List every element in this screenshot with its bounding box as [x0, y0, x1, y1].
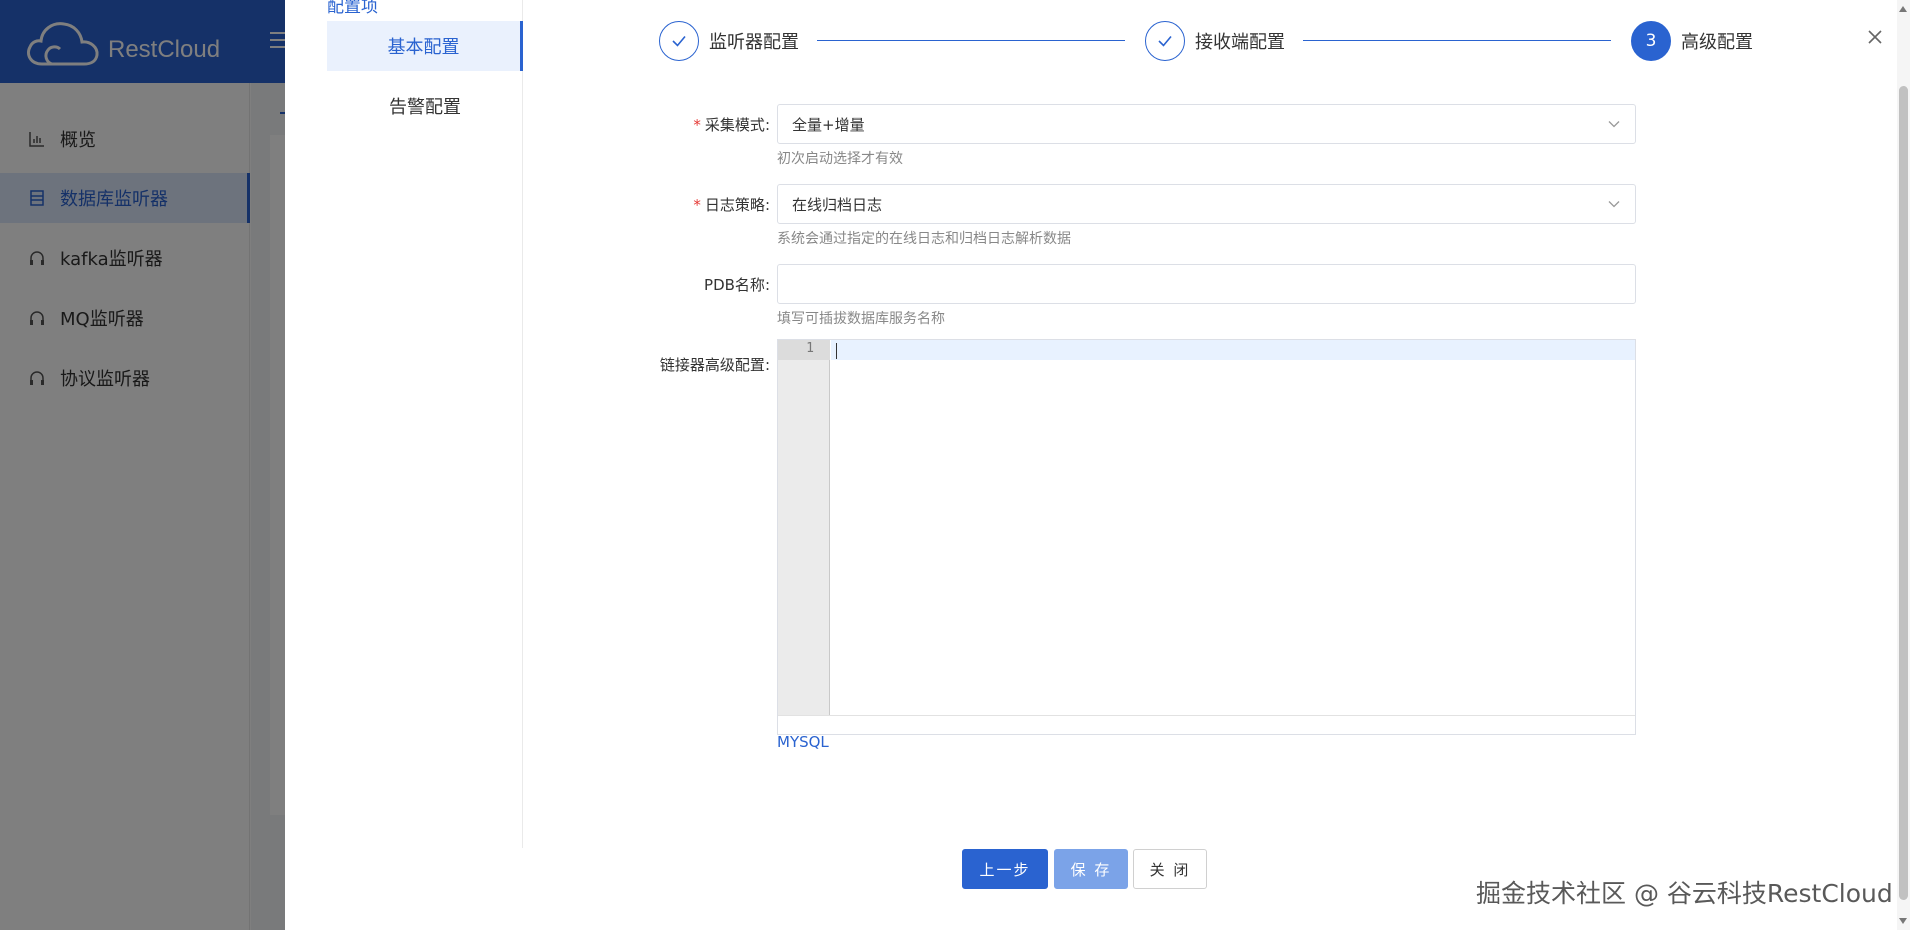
- close-button[interactable]: 关 闭: [1133, 849, 1207, 889]
- collect-mode-value: 全量+增量: [792, 115, 865, 134]
- required-mark: *: [693, 116, 701, 134]
- editor-gutter: [778, 340, 830, 715]
- step-label: 接收端配置: [1195, 32, 1285, 53]
- log-strategy-value: 在线归档日志: [792, 195, 883, 214]
- save-button[interactable]: 保 存: [1054, 849, 1128, 889]
- step-receiver-config: 接收端配置: [1145, 21, 1285, 61]
- page-scrollbar[interactable]: [1897, 0, 1910, 930]
- step-connector: [817, 40, 1125, 41]
- text-cursor: [836, 343, 837, 359]
- form-row-collect-mode: * 采集模式:: [285, 104, 770, 144]
- step-label: 监听器配置: [709, 32, 799, 53]
- step-listener-config: 监听器配置: [659, 21, 799, 61]
- collect-mode-select[interactable]: 全量+增量: [777, 104, 1636, 144]
- line-number: 1: [806, 341, 814, 356]
- menu-item-label: 基本配置: [387, 37, 460, 58]
- editor-footer: [778, 715, 1635, 734]
- config-drawer: 配置项 基本配置 告警配置 监听器配置 接收端配置 3 高级配置 * 采集模式: …: [285, 0, 1910, 930]
- form-row-advanced-config: 链接器高级配置:: [285, 344, 770, 384]
- editor-active-line: [831, 340, 1635, 360]
- scroll-up-arrow-icon[interactable]: [1899, 6, 1907, 12]
- collect-mode-label: * 采集模式:: [693, 116, 770, 134]
- chevron-down-icon: [1608, 201, 1620, 208]
- pdb-name-label: PDB名称:: [704, 276, 770, 294]
- step-number: 3: [1631, 21, 1671, 61]
- step-connector: [1303, 40, 1611, 41]
- scroll-thumb[interactable]: [1899, 86, 1908, 900]
- check-icon: [1145, 21, 1185, 61]
- advanced-config-label: 链接器高级配置:: [659, 356, 770, 374]
- required-mark: *: [693, 196, 701, 214]
- form-row-pdb-name: PDB名称:: [285, 264, 770, 304]
- log-strategy-label: * 日志策略:: [693, 196, 770, 214]
- close-icon[interactable]: [1865, 27, 1885, 47]
- pdb-name-hint: 填写可插拔数据库服务名称: [777, 311, 945, 327]
- menu-item-basic-config[interactable]: 基本配置: [327, 21, 523, 71]
- scroll-down-arrow-icon[interactable]: [1899, 918, 1907, 924]
- log-strategy-select[interactable]: 在线归档日志: [777, 184, 1636, 224]
- editor-language-tag[interactable]: MYSQL: [777, 733, 829, 751]
- chevron-down-icon: [1608, 121, 1620, 128]
- step-advanced-config: 3 高级配置: [1631, 21, 1753, 61]
- step-label: 高级配置: [1681, 32, 1753, 53]
- code-editor[interactable]: 1: [777, 339, 1636, 735]
- form-row-log-strategy: * 日志策略:: [285, 184, 770, 224]
- check-icon: [659, 21, 699, 61]
- drawer-menu-title: 配置项: [327, 0, 378, 17]
- previous-step-button[interactable]: 上一步: [962, 849, 1048, 889]
- log-strategy-hint: 系统会通过指定的在线日志和归档日志解析数据: [777, 231, 1071, 247]
- pdb-name-input[interactable]: [777, 264, 1636, 304]
- watermark: 掘金技术社区 @ 谷云科技RestCloud: [1476, 879, 1893, 908]
- collect-mode-hint: 初次启动选择才有效: [777, 151, 903, 167]
